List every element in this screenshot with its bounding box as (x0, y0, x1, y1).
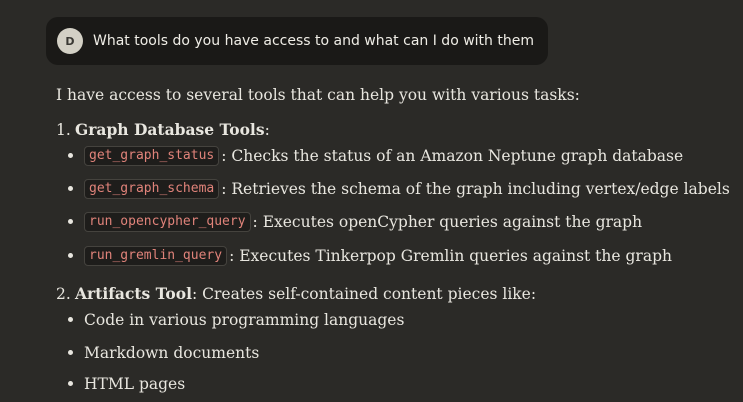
list-item: run_gremlin_query: Executes Tinkerpop Gr… (68, 245, 672, 267)
section-title: Artifacts Tool (75, 284, 192, 303)
list-item: Markdown documents (68, 342, 260, 364)
user-message-text: What tools do you have access to and wha… (93, 33, 534, 49)
chat-page: D What tools do you have access to and w… (0, 0, 743, 402)
section-number: 2. (56, 285, 71, 303)
list-item-text: HTML pages (84, 374, 186, 393)
user-message-bubble: D What tools do you have access to and w… (46, 17, 548, 65)
bullet-dot (68, 317, 73, 322)
tool-name-code: run_opencypher_query (84, 211, 251, 233)
list-item: get_graph_status: Checks the status of a… (68, 145, 684, 167)
bullet-dot (68, 381, 73, 386)
list-item-text: Code in various programming languages (84, 310, 405, 329)
section-graph-database-tools: 1. Graph Database Tools: (56, 120, 270, 140)
bullet-dot (68, 186, 73, 191)
section-title: Graph Database Tools (75, 120, 265, 139)
list-item: get_graph_schema: Retrieves the schema o… (68, 178, 730, 200)
tool-name-code: get_graph_schema (84, 178, 220, 200)
section-number: 1. (56, 121, 71, 139)
list-item-text: Markdown documents (84, 343, 260, 362)
list-item: HTML pages (68, 373, 186, 395)
tool-description: : Retrieves the schema of the graph incl… (221, 179, 730, 198)
assistant-reply: I have access to several tools that can … (56, 85, 736, 393)
user-avatar[interactable]: D (57, 28, 83, 54)
bullet-dot (68, 153, 73, 158)
bullet-dot (68, 350, 73, 355)
section-suffix: : (264, 121, 270, 139)
tool-description: : Executes openCypher queries against th… (252, 212, 643, 231)
tool-description: : Checks the status of an Amazon Neptune… (221, 146, 684, 165)
list-item: Code in various programming languages (68, 309, 405, 331)
tool-name-code: get_graph_status (84, 145, 220, 167)
bullet-dot (68, 253, 73, 258)
section-suffix: : Creates self-contained content pieces … (192, 285, 537, 303)
tool-name-code: run_gremlin_query (84, 245, 228, 267)
list-item: run_opencypher_query: Executes openCyphe… (68, 211, 643, 233)
reply-intro: I have access to several tools that can … (56, 86, 580, 104)
bullet-dot (68, 219, 73, 224)
section-artifacts-tool: 2. Artifacts Tool: Creates self-contained… (56, 284, 536, 304)
tool-description: : Executes Tinkerpop Gremlin queries aga… (229, 246, 672, 265)
